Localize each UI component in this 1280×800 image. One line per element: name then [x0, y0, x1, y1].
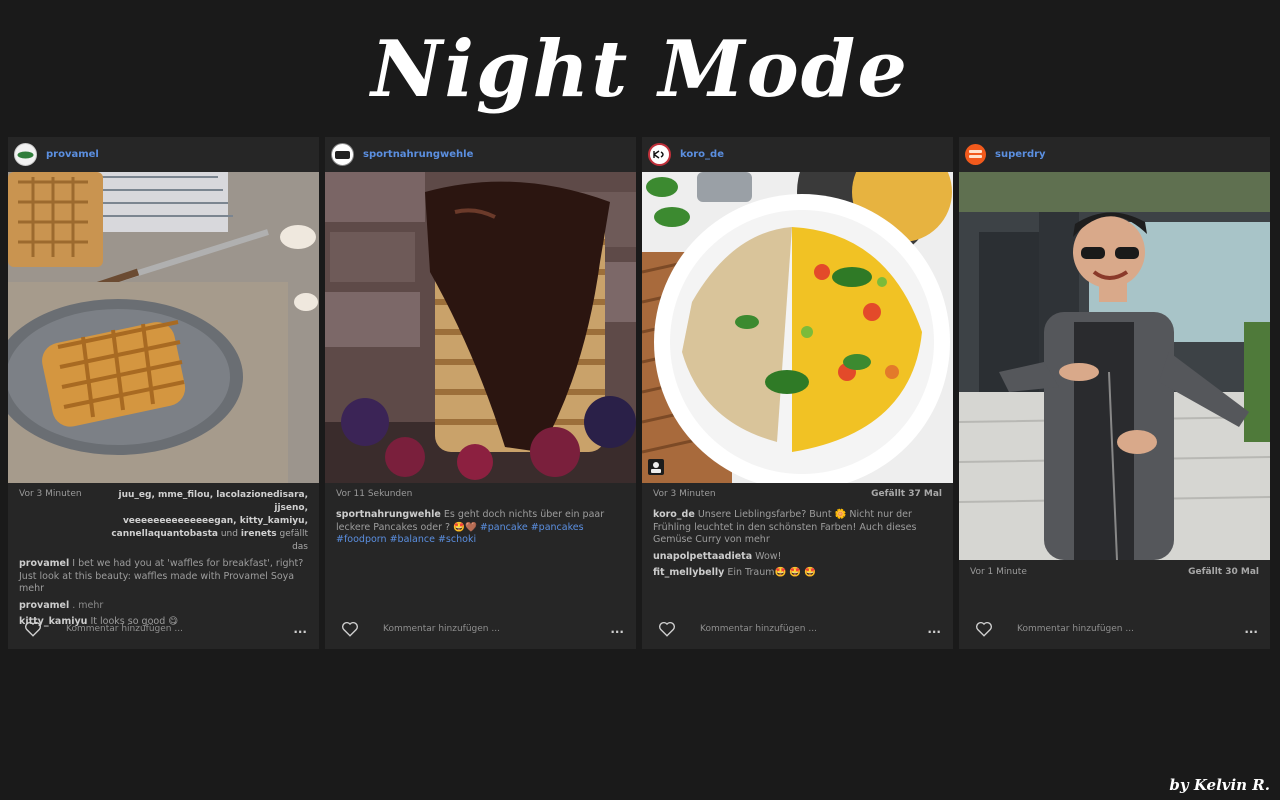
post-card-koro_de: koro_de Vor 3 Minuten Gefällt 37 Mal kor… — [642, 137, 953, 649]
post-timestamp: Vor 11 Sekunden — [336, 489, 413, 499]
post-caption: sportnahrungwehle Es geht doch nichts üb… — [336, 509, 625, 547]
post-username[interactable]: koro_de — [680, 149, 724, 160]
post-meta: Vor 1 Minute Gefällt 30 Mal — [959, 560, 1270, 577]
post-comments: koro_de Unsere Lieblingsfarbe? Bunt 🌼 Ni… — [642, 499, 953, 580]
post-header: superdry — [959, 137, 1270, 172]
post-meta: Vor 3 Minuten juu_eg, mme_filou, lacolaz… — [8, 483, 319, 554]
more-options-icon[interactable]: ... — [293, 622, 307, 636]
more-options-icon[interactable]: ... — [610, 622, 624, 636]
likers-list: juu_eg, mme_filou, lacolazionedisara, jj… — [94, 489, 308, 554]
comment-username[interactable]: unapolpettaadieta — [653, 551, 752, 562]
comment-text: Wow! — [755, 550, 782, 562]
author-signature: by Kelvin R. — [1169, 776, 1270, 794]
post-caption: provamel I bet we had you at 'waffles fo… — [19, 558, 308, 596]
avatar[interactable] — [331, 143, 354, 166]
likers-line[interactable]: veeeeeeeeeeeeeegan, kitty_kamiyu, — [123, 516, 308, 526]
avatar[interactable] — [14, 143, 37, 166]
post-username[interactable]: superdry — [995, 149, 1046, 160]
heart-icon[interactable] — [975, 620, 993, 638]
post-username[interactable]: provamel — [46, 149, 99, 160]
comment-input[interactable]: Kommentar hinzufügen ... — [1017, 624, 1244, 634]
post-footer: Kommentar hinzufügen ... ... — [959, 609, 1270, 649]
post-footer: Kommentar hinzufügen ... ... — [8, 609, 319, 649]
post-timestamp: Vor 1 Minute — [970, 567, 1027, 577]
post-caption: koro_de Unsere Lieblingsfarbe? Bunt 🌼 Ni… — [653, 509, 942, 547]
post-meta: Vor 11 Sekunden — [325, 483, 636, 499]
avatar[interactable] — [648, 143, 671, 166]
post-header: koro_de — [642, 137, 953, 172]
post-header: sportnahrungwehle — [325, 137, 636, 172]
liker-name[interactable]: cannellaquantobasta — [111, 529, 218, 539]
page-title: Night Mode — [371, 24, 909, 115]
post-meta: Vor 3 Minuten Gefällt 37 Mal — [642, 483, 953, 499]
caption-username[interactable]: sportnahrungwehle — [336, 509, 441, 520]
caption-username[interactable]: provamel — [19, 558, 69, 569]
comment-input[interactable]: Kommentar hinzufügen ... — [700, 624, 927, 634]
comment-input[interactable]: Kommentar hinzufügen ... — [383, 624, 610, 634]
post-header: provamel — [8, 137, 319, 172]
post-card-sportnahrungwehle: sportnahrungwehle Vor 11 Sekunden sportn… — [325, 137, 636, 649]
more-options-icon[interactable]: ... — [927, 622, 941, 636]
post-image[interactable] — [8, 172, 319, 483]
post-footer: Kommentar hinzufügen ... ... — [325, 609, 636, 649]
heart-icon[interactable] — [341, 620, 359, 638]
heart-icon[interactable] — [24, 620, 42, 638]
post-timestamp: Vor 3 Minuten — [19, 489, 82, 499]
post-image[interactable] — [959, 172, 1270, 560]
liker-name[interactable]: irenets — [241, 529, 277, 539]
post-image[interactable] — [325, 172, 636, 483]
hashtag-link[interactable]: #balance #schoki — [390, 534, 477, 545]
post-footer: Kommentar hinzufügen ... ... — [642, 609, 953, 649]
likers-and: und — [220, 529, 238, 539]
comment-text: Ein Traum🤩 🤩 🤩 — [727, 567, 816, 578]
more-options-icon[interactable]: ... — [1244, 622, 1258, 636]
post-timestamp: Vor 3 Minuten — [653, 489, 716, 499]
post-card-superdry: superdry Vor 1 Minute Gefällt 30 Mal Kom… — [959, 137, 1270, 649]
post-username[interactable]: sportnahrungwehle — [363, 149, 473, 160]
heart-icon[interactable] — [658, 620, 676, 638]
likes-count[interactable]: Gefällt 30 Mal — [1188, 567, 1259, 577]
comment-input[interactable]: Kommentar hinzufügen ... — [66, 624, 293, 634]
post-image[interactable] — [642, 172, 953, 483]
comment-username[interactable]: fit_mellybelly — [653, 567, 724, 578]
caption-username[interactable]: koro_de — [653, 509, 695, 520]
avatar[interactable] — [965, 144, 986, 165]
likers-suffix: gefällt das — [279, 529, 308, 552]
comment: fit_mellybelly Ein Traum🤩 🤩 🤩 — [653, 567, 942, 580]
comment: unapolpettaadieta Wow! — [653, 551, 942, 564]
likers-line[interactable]: juu_eg, mme_filou, lacolazionedisara, jj… — [119, 490, 309, 513]
likes-count[interactable]: Gefällt 37 Mal — [871, 489, 942, 499]
post-comments: sportnahrungwehle Es geht doch nichts üb… — [325, 499, 636, 547]
post-card-provamel: provamel Vor 3 Minuten juu_eg, mme_filou… — [8, 137, 319, 649]
